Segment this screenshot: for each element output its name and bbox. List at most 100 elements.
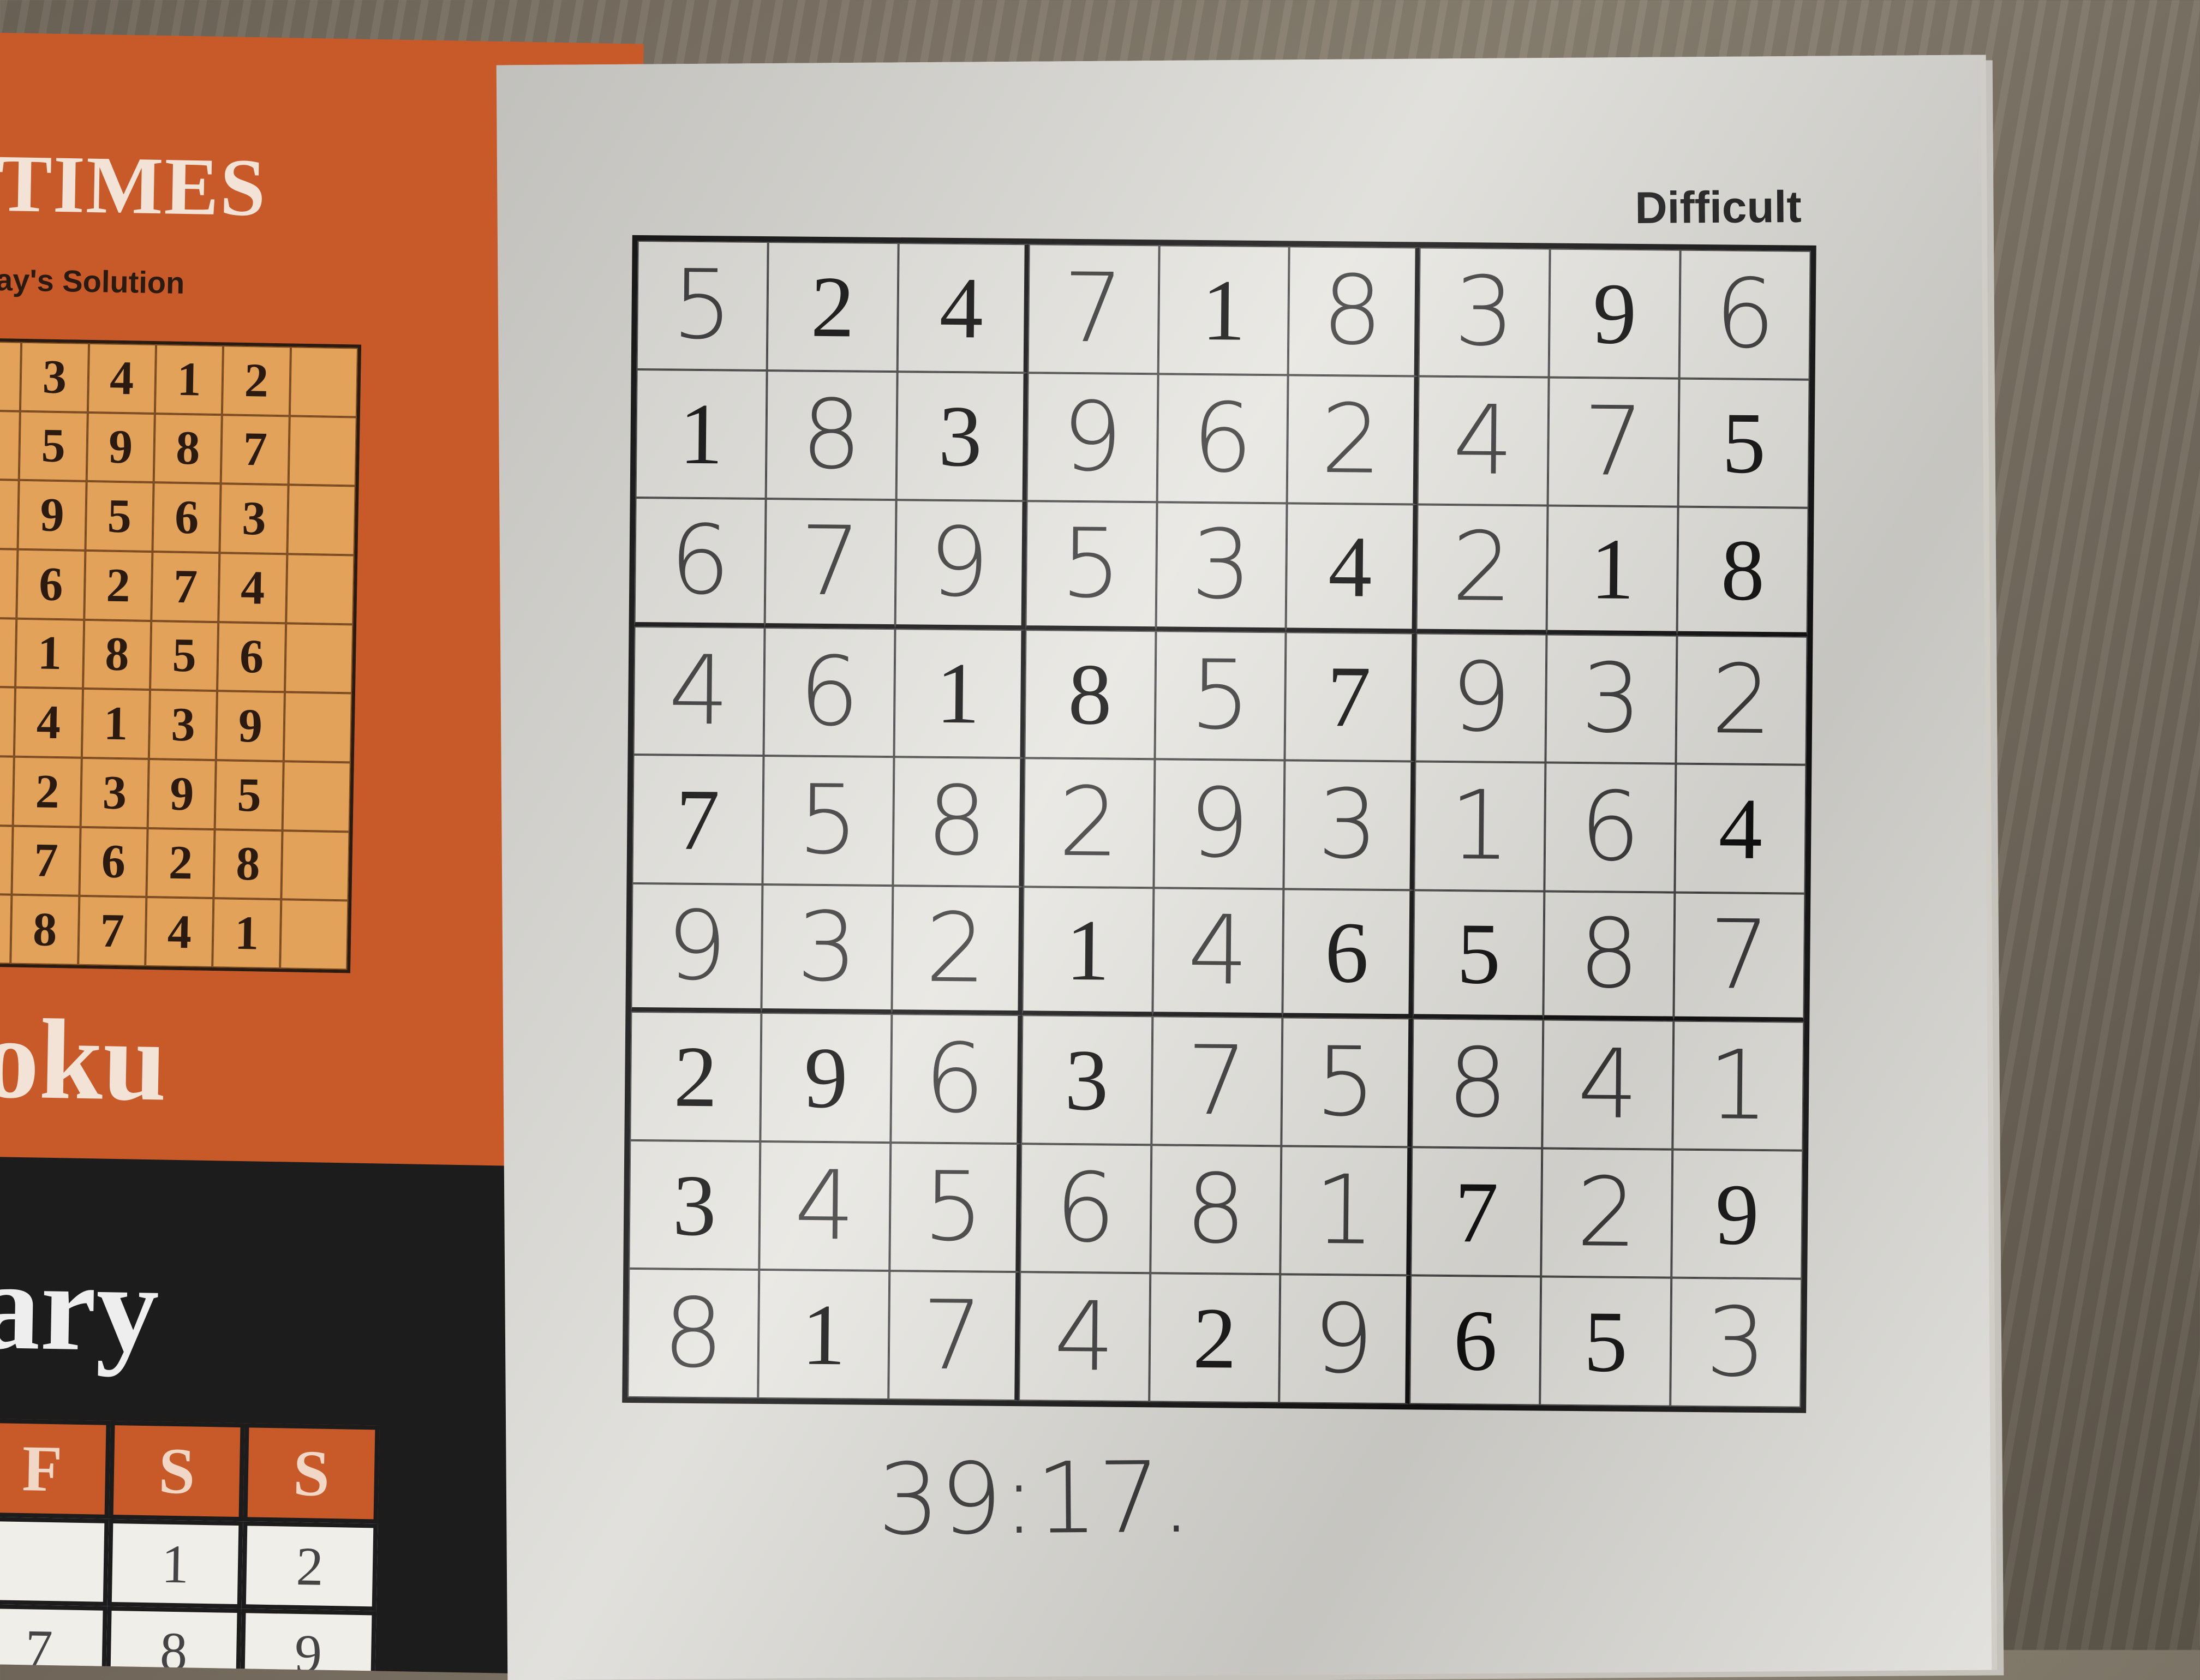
sudoku-cell: 5 [1025,501,1157,631]
sudoku-title-fragment: oku [0,995,168,1125]
solution-cell: 4 [218,553,288,623]
solution-cell: 5 [19,411,88,482]
solution-cell: 3 [80,757,149,828]
solution-cell: 8 [0,548,18,619]
sudoku-cell: 3 [1156,502,1288,632]
sudoku-cell: 2 [892,885,1024,1015]
sudoku-cell: 1 [1158,245,1290,375]
sudoku-cell: 4 [1286,503,1418,633]
calendar-date [0,1516,109,1606]
sudoku-cell: 7 [1151,1016,1283,1146]
solution-cell [284,623,354,693]
difficulty-label: Difficult [1635,182,1802,233]
sudoku-cell: 8 [1677,506,1809,637]
solution-cell: 6 [0,410,21,481]
sudoku-cell: 4 [1675,763,1807,894]
solution-cell: 1 [15,618,84,689]
sudoku-cell: 9 [1279,1274,1411,1404]
previous-solution-grid: 7341265987195638627431856241394239597628… [0,337,362,973]
sudoku-cell: 4 [1018,1272,1150,1402]
sudoku-cell: 6 [763,627,895,757]
sudoku-cell: 9 [1549,248,1681,379]
weekday-label: F [0,1418,111,1519]
sudoku-cell: 1 [894,628,1026,758]
solution-cell: 2 [222,345,291,416]
sudoku-cell: 2 [1541,1148,1673,1278]
solution-cell: 8 [153,413,223,484]
solution-cell: 6 [16,549,86,620]
solution-cell: 8 [82,619,152,690]
solution-cell: 1 [81,689,151,759]
solution-cell: 4 [14,687,83,758]
sudoku-cell: 1 [1022,886,1153,1017]
sudoku-cell: 3 [629,1140,761,1270]
weekday-label: S [243,1423,380,1524]
sudoku-cell: 3 [896,371,1028,501]
sudoku-cell: 1 [1672,1020,1804,1151]
sudoku-cell: 3 [1545,634,1677,764]
sudoku-cell: 8 [1288,246,1420,376]
calendar-date: 7 [0,1604,107,1676]
solution-cell [279,899,349,970]
solution-cell: 9 [147,758,217,829]
sudoku-cell: 8 [1543,891,1675,1021]
solution-cell: 5 [0,893,12,964]
sudoku-cell: 1 [1414,761,1546,892]
sudoku-cell: 2 [1023,758,1155,888]
sudoku-cell: 8 [766,370,898,500]
solution-cell: 7 [220,414,290,485]
sudoku-cell: 5 [762,756,894,886]
solution-cell: 4 [145,897,214,968]
sudoku-cell: 2 [1676,635,1808,765]
sudoku-cell: 4 [897,243,1029,373]
sudoku-cell: 2 [1287,374,1419,505]
sudoku-cell: 9 [1153,759,1285,889]
sudoku-cell: 5 [889,1142,1021,1272]
sudoku-cell: 9 [1026,372,1158,503]
solution-cell: 1 [0,479,20,549]
solution-cell: 7 [77,896,147,966]
solution-cell [285,554,355,625]
newspaper-masthead: TIMES [0,137,268,234]
sudoku-cell: 5 [1281,1017,1413,1147]
sudoku-cell: 7 [1284,632,1416,762]
sudoku-cell: 8 [1412,1018,1544,1149]
sudoku-cell: 9 [895,500,1027,630]
sudoku-cell: 3 [1020,1015,1152,1145]
sudoku-cell: 7 [632,755,764,884]
calendar-date: 1 [107,1518,243,1609]
sudoku-cell: 5 [1155,630,1286,761]
calendar-date: 2 [241,1521,378,1611]
sudoku-cell: 4 [759,1141,891,1271]
sudoku-cell: 7 [1027,244,1159,374]
sudoku-cell: 6 [890,1014,1023,1144]
sudoku-cell: 1 [758,1270,890,1400]
solution-cell [289,346,358,417]
solution-cell [287,485,356,555]
sudoku-cell: 6 [1282,889,1414,1019]
sudoku-cell: 4 [1417,376,1549,506]
sudoku-cell: 8 [1024,629,1156,760]
solution-cell: 9 [216,691,285,762]
sudoku-cell: 4 [1152,888,1284,1018]
sudoku-cell: 3 [1283,760,1415,890]
puzzle-page: Difficult 524718396183962475679534218461… [496,55,1992,1680]
solution-cell: 3 [0,617,17,688]
sudoku-cell: 1 [635,369,767,499]
month-title-fragment: ary [0,1235,160,1378]
sudoku-cell: 6 [1679,249,1811,380]
sudoku-cell: 9 [1415,633,1547,763]
sudoku-cell: 8 [627,1269,760,1398]
sudoku-cell: 5 [1678,378,1810,508]
solution-cell [288,416,357,486]
sudoku-cell: 8 [1150,1145,1282,1275]
sudoku-cell: 4 [1542,1019,1674,1150]
solution-cell: 1 [212,898,282,969]
solution-cell: 4 [0,755,15,826]
sudoku-cell: 3 [1670,1278,1802,1408]
sudoku-cell: 6 [1019,1144,1151,1274]
sudoku-cell: 6 [1157,373,1289,504]
solution-cell: 2 [13,756,82,827]
calendar-dates: 12 789 [0,1516,378,1676]
sudoku-cell: 7 [1547,377,1679,507]
